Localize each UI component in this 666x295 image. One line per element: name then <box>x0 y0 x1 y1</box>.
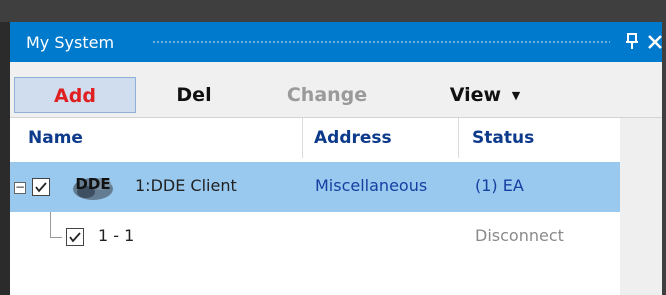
toolbar: Add Del Change View ▼ <box>10 62 662 118</box>
device-tree-grid: Name Address Status − DDE 1:DDE Client M… <box>10 118 620 295</box>
view-dropdown-label: View <box>449 84 502 106</box>
row-address: Miscellaneous <box>315 176 428 195</box>
add-button[interactable]: Add <box>14 77 136 113</box>
window-edge-top <box>0 0 666 22</box>
delete-button[interactable]: Del <box>154 77 234 113</box>
collapse-icon[interactable]: − <box>14 181 26 194</box>
add-button-label: Add <box>54 85 96 107</box>
panel-titlebar[interactable]: My System <box>10 22 662 62</box>
dde-icon: DDE <box>68 172 118 202</box>
row-checkbox[interactable] <box>66 228 84 246</box>
close-icon[interactable] <box>646 30 664 52</box>
window-edge-right <box>662 22 666 295</box>
chevron-down-icon: ▼ <box>511 88 521 102</box>
window-edge-left <box>0 0 10 295</box>
panel-title: My System <box>26 33 115 52</box>
row-status: Disconnect <box>475 226 564 245</box>
pin-icon[interactable] <box>624 30 640 52</box>
row-status: (1) EA <box>475 176 524 195</box>
table-row[interactable]: 1 - 1 Disconnect <box>10 212 620 258</box>
view-dropdown[interactable]: View ▼ <box>440 77 530 113</box>
column-separator[interactable] <box>458 118 459 158</box>
dde-icon-label: DDE <box>75 175 111 193</box>
change-button-label: Change <box>286 84 368 106</box>
titlebar-grip[interactable] <box>152 40 610 45</box>
change-button[interactable]: Change <box>272 77 382 113</box>
row-name: 1 - 1 <box>98 226 135 245</box>
row-name: 1:DDE Client <box>135 176 237 195</box>
column-header-name[interactable]: Name <box>28 118 83 158</box>
grid-side-area <box>620 118 662 295</box>
delete-button-label: Del <box>176 84 212 106</box>
column-header-address[interactable]: Address <box>314 118 392 158</box>
table-row[interactable]: − DDE 1:DDE Client Miscellaneous (1) EA <box>10 162 620 212</box>
column-header-status[interactable]: Status <box>472 118 534 158</box>
column-separator[interactable] <box>302 118 303 158</box>
row-checkbox[interactable] <box>32 178 50 196</box>
